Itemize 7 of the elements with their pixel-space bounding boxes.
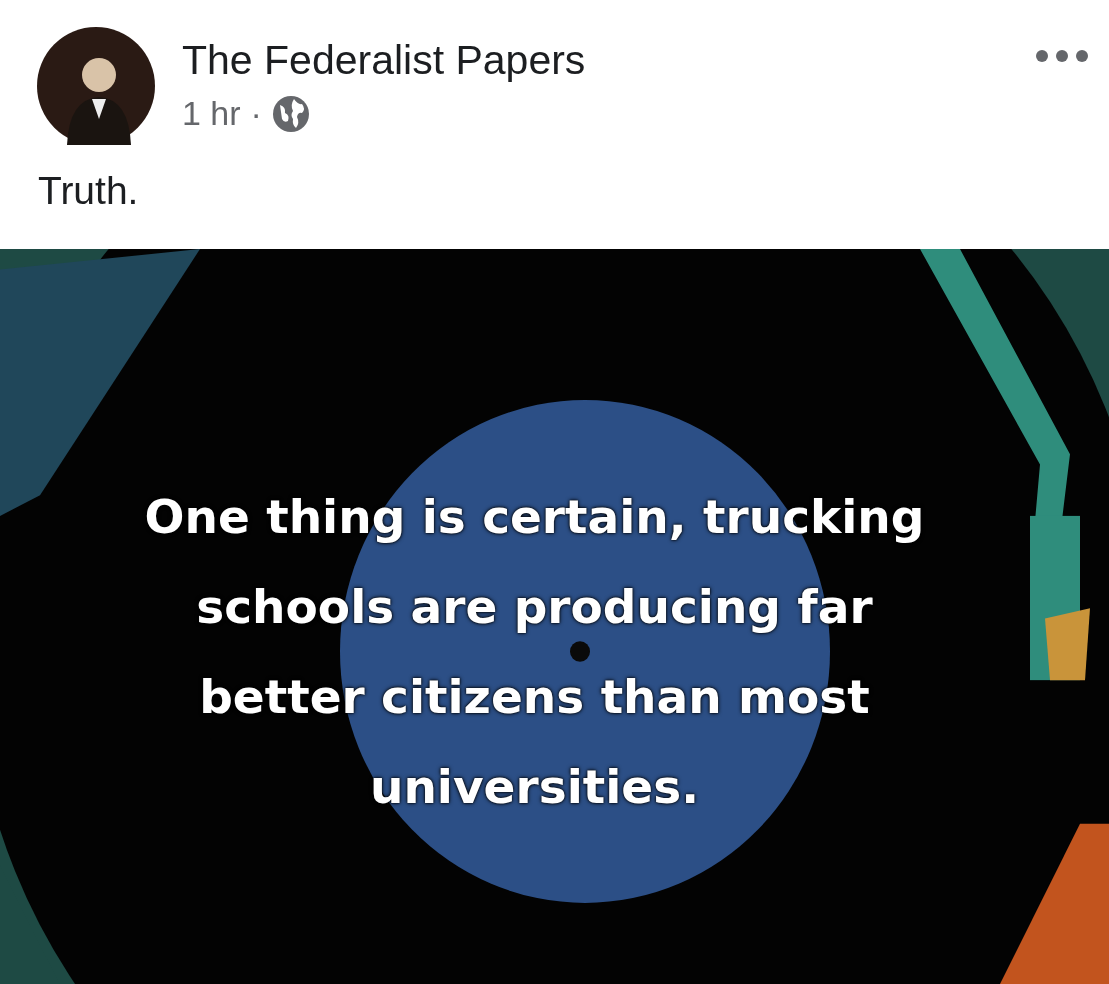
author-name[interactable]: The Federalist Papers [182, 37, 1008, 84]
post-text: Truth. [37, 168, 140, 214]
post-time[interactable]: 1 hr [182, 94, 241, 133]
avatar[interactable] [37, 27, 155, 145]
separator: · [250, 94, 262, 133]
more-options-icon[interactable] [1035, 49, 1089, 63]
globe-icon [271, 94, 310, 133]
